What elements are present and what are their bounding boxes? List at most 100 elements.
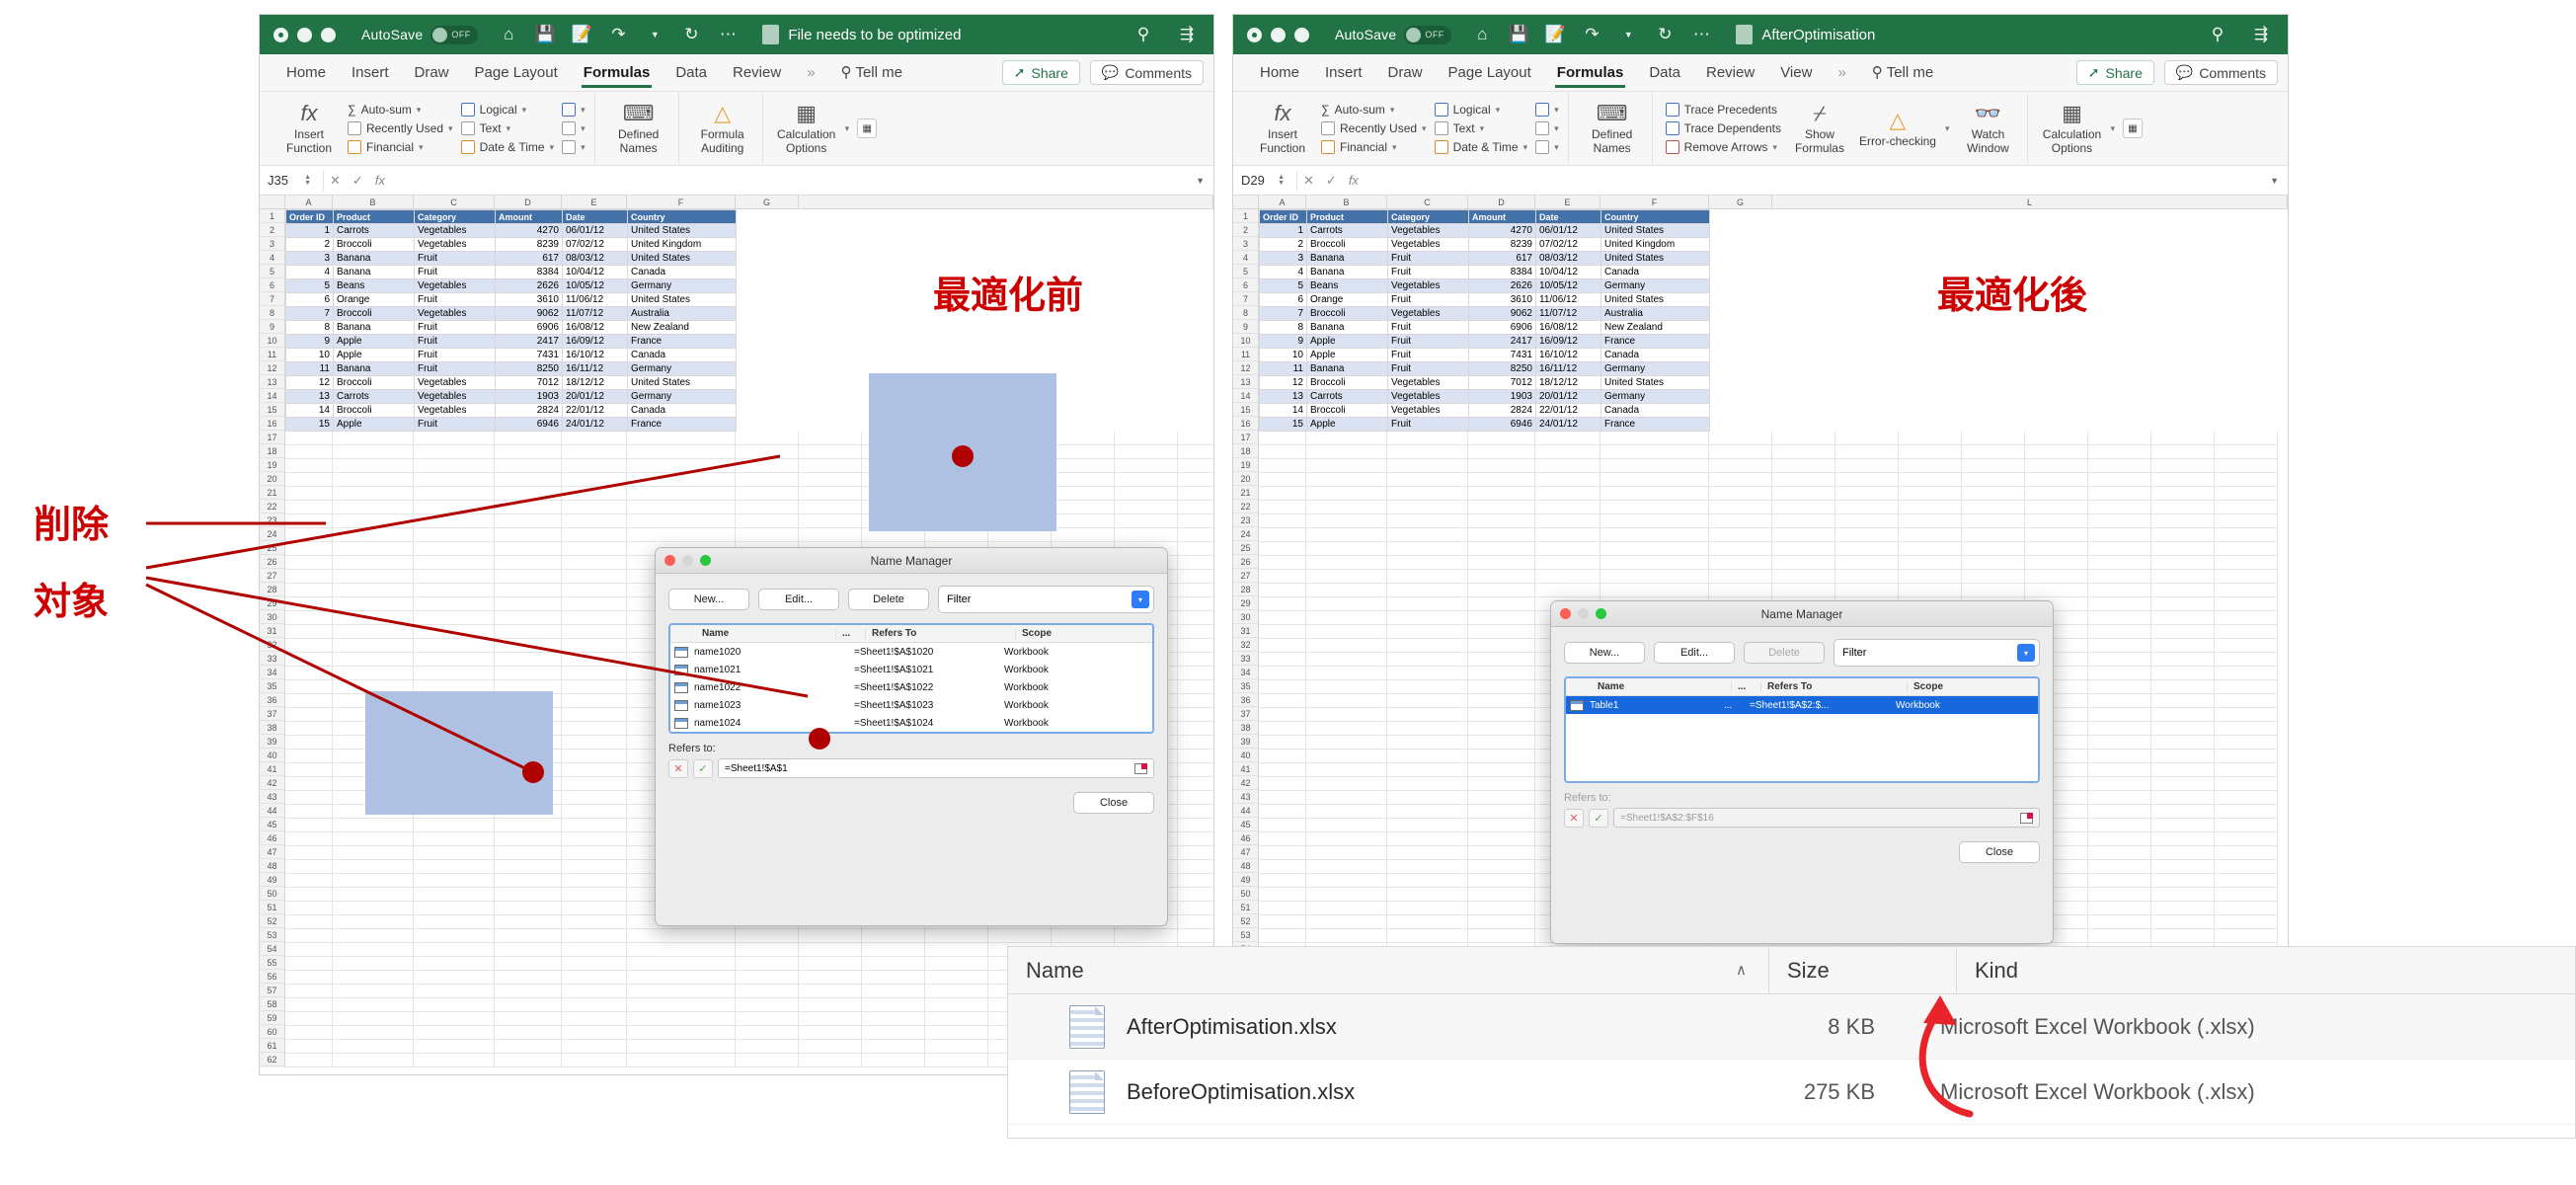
empty-cell[interactable] [1535,570,1600,584]
empty-cell[interactable] [925,1012,988,1026]
row-header[interactable]: 2 [1233,223,1258,237]
save-icon[interactable]: 💾 [534,24,556,45]
row-header[interactable]: 49 [260,873,284,887]
table-row[interactable]: 2 Broccoli Vegetables 8239 07/02/12 United Ki… [285,237,737,252]
table-cell[interactable]: Fruit [414,334,496,349]
table-cell[interactable]: 11/06/12 [1535,292,1601,307]
row-header[interactable]: 33 [1233,652,1258,666]
empty-cell[interactable] [925,1054,988,1067]
empty-cell[interactable] [1306,653,1387,667]
row-header[interactable]: 42 [260,776,284,790]
undo-icon[interactable]: ↷ [607,24,629,45]
empty-cell[interactable] [736,929,799,943]
empty-cell[interactable] [562,556,627,570]
row-header[interactable]: 3 [1233,237,1258,251]
empty-cell[interactable] [1178,542,1213,556]
empty-cell[interactable] [862,1026,925,1040]
defined-names-button[interactable]: ⌨ Defined Names [608,101,669,156]
empty-cell[interactable] [1178,611,1213,625]
tab-view[interactable]: View [1767,54,1825,92]
table-row[interactable]: 7 Broccoli Vegetables 9062 11/07/12 Australia [285,306,737,321]
empty-cell[interactable] [495,915,562,929]
empty-cell[interactable] [333,957,414,971]
calculate-now-button[interactable]: ▦ [857,118,878,138]
empty-cell[interactable] [1468,501,1535,514]
empty-cell[interactable] [333,653,414,667]
table-cell[interactable]: Vegetables [414,375,496,390]
empty-cell[interactable] [2151,459,2215,473]
table-cell[interactable]: 8250 [1468,361,1536,376]
table-cell[interactable]: Vegetables [414,223,496,238]
row-header[interactable]: 31 [260,624,284,638]
refers-to-input[interactable]: =Sheet1!$A$1 [718,758,1154,778]
logical-button[interactable]: Logical ▾ [460,103,555,117]
row-header[interactable]: 46 [1233,831,1258,845]
empty-cell[interactable] [1178,667,1213,680]
empty-cell[interactable] [414,860,495,874]
empty-cell[interactable] [1600,487,1709,501]
empty-cell[interactable] [1259,680,1306,694]
empty-cell[interactable] [2088,846,2151,860]
empty-row[interactable] [1259,584,2288,597]
empty-cell[interactable] [333,929,414,943]
table-cell[interactable]: Fruit [414,292,496,307]
empty-cell[interactable] [1387,902,1468,915]
row-header[interactable]: 47 [1233,845,1258,859]
empty-cell[interactable] [562,597,627,611]
empty-cell[interactable] [1535,556,1600,570]
empty-cell[interactable] [1259,473,1306,487]
calculation-options-button[interactable]: ▦ Calculation Options [2041,101,2102,156]
empty-cell[interactable] [2025,459,2088,473]
empty-cell[interactable] [2151,611,2215,625]
tab-review[interactable]: Review [720,54,794,92]
empty-cell[interactable] [285,694,333,708]
empty-cell[interactable] [1468,528,1535,542]
empty-cell[interactable] [1835,445,1899,459]
empty-cell[interactable] [1306,915,1387,929]
error-checking-button[interactable]: △ Error-checking [1858,108,1937,149]
empty-cell[interactable] [1178,777,1213,791]
table-cell[interactable]: 6 [1259,292,1307,307]
autosave-toggle[interactable]: OFF [430,25,479,44]
row-header[interactable]: 33 [260,652,284,666]
empty-cell[interactable] [2088,777,2151,791]
col-product[interactable]: Product [1306,209,1388,224]
empty-cell[interactable] [285,998,333,1012]
tab-page-layout[interactable]: Page Layout [462,54,571,92]
empty-row[interactable] [1259,432,2288,445]
empty-cell[interactable] [1052,487,1115,501]
empty-cell[interactable] [1468,556,1535,570]
table-cell[interactable]: Carrots [333,223,415,238]
empty-cell[interactable] [862,943,925,957]
empty-cell[interactable] [285,902,333,915]
empty-cell[interactable] [562,943,627,957]
row-header[interactable]: 21 [260,486,284,500]
empty-cell[interactable] [1387,653,1468,667]
row-header[interactable]: 36 [260,693,284,707]
table-cell[interactable]: Banana [333,251,415,266]
empty-cell[interactable] [2215,459,2278,473]
empty-cell[interactable] [799,1012,862,1026]
empty-cell[interactable] [2215,902,2278,915]
table-row[interactable]: 14 Broccoli Vegetables 2824 22/01/12 Canada [285,403,737,418]
col-category[interactable]: Category [1387,209,1469,224]
column-header-C[interactable]: C [1387,196,1468,208]
empty-cell[interactable] [736,943,799,957]
row-header[interactable]: 16 [260,417,284,431]
tab-page-layout[interactable]: Page Layout [1436,54,1544,92]
row-header[interactable]: 44 [260,804,284,818]
empty-cell[interactable] [414,667,495,680]
column-header-D[interactable]: D [495,196,562,208]
empty-cell[interactable] [1468,459,1535,473]
tab-home[interactable]: Home [273,54,339,92]
empty-cell[interactable] [2151,915,2215,929]
empty-cell[interactable] [1387,763,1468,777]
table-cell[interactable]: Banana [1306,320,1388,335]
empty-cell[interactable] [2215,487,2278,501]
empty-cell[interactable] [1115,487,1178,501]
table-cell[interactable]: United States [627,223,737,238]
empty-cell[interactable] [2151,584,2215,597]
row-header[interactable]: 24 [260,527,284,541]
empty-cell[interactable] [1259,445,1306,459]
table-cell[interactable]: 14 [1259,403,1307,418]
